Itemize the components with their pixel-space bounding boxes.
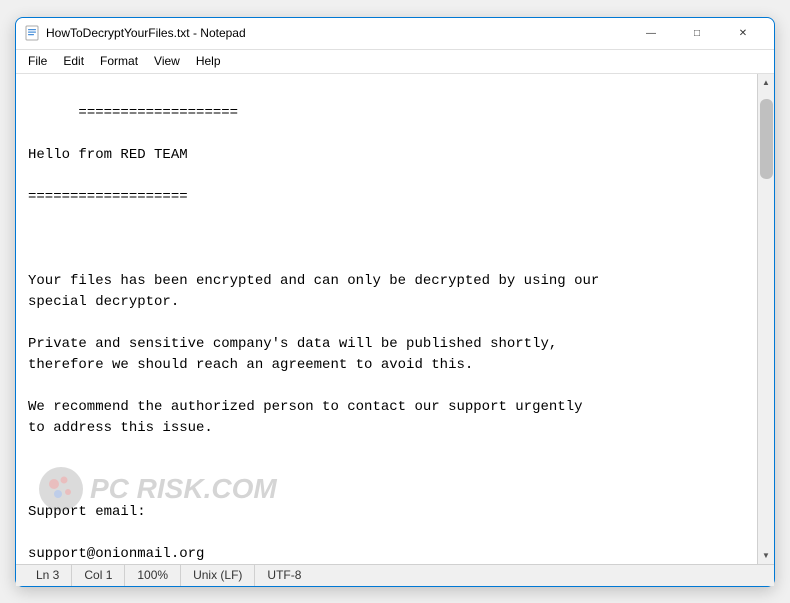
app-icon — [24, 25, 40, 41]
menu-view[interactable]: View — [146, 52, 188, 70]
scroll-down-button[interactable]: ▼ — [758, 547, 775, 564]
menu-file[interactable]: File — [20, 52, 55, 70]
menu-format[interactable]: Format — [92, 52, 146, 70]
status-encoding: UTF-8 — [255, 565, 313, 586]
status-line: Ln 3 — [24, 565, 72, 586]
status-zoom: 100% — [125, 565, 181, 586]
maximize-button[interactable]: □ — [674, 17, 720, 49]
titlebar: HowToDecryptYourFiles.txt - Notepad — □ … — [16, 18, 774, 50]
window-title: HowToDecryptYourFiles.txt - Notepad — [46, 26, 246, 40]
scrollbar[interactable]: ▲ ▼ — [757, 74, 774, 564]
menubar: File Edit Format View Help — [16, 50, 774, 74]
window-controls: — □ ✕ — [628, 17, 766, 49]
status-col: Col 1 — [72, 565, 125, 586]
close-button[interactable]: ✕ — [720, 17, 766, 49]
menu-edit[interactable]: Edit — [55, 52, 92, 70]
titlebar-left: HowToDecryptYourFiles.txt - Notepad — [24, 25, 246, 41]
statusbar: Ln 3 Col 1 100% Unix (LF) UTF-8 — [16, 564, 774, 586]
text-editor[interactable]: =================== Hello from RED TEAM … — [16, 74, 757, 564]
scroll-up-button[interactable]: ▲ — [758, 74, 775, 91]
status-line-ending: Unix (LF) — [181, 565, 255, 586]
notepad-window: HowToDecryptYourFiles.txt - Notepad — □ … — [15, 17, 775, 587]
editor-wrapper: =================== Hello from RED TEAM … — [16, 74, 774, 564]
scrollbar-thumb[interactable] — [760, 99, 773, 179]
menu-help[interactable]: Help — [188, 52, 229, 70]
scrollbar-track[interactable] — [758, 91, 774, 547]
minimize-button[interactable]: — — [628, 17, 674, 49]
text-content: =================== Hello from RED TEAM … — [28, 105, 599, 562]
